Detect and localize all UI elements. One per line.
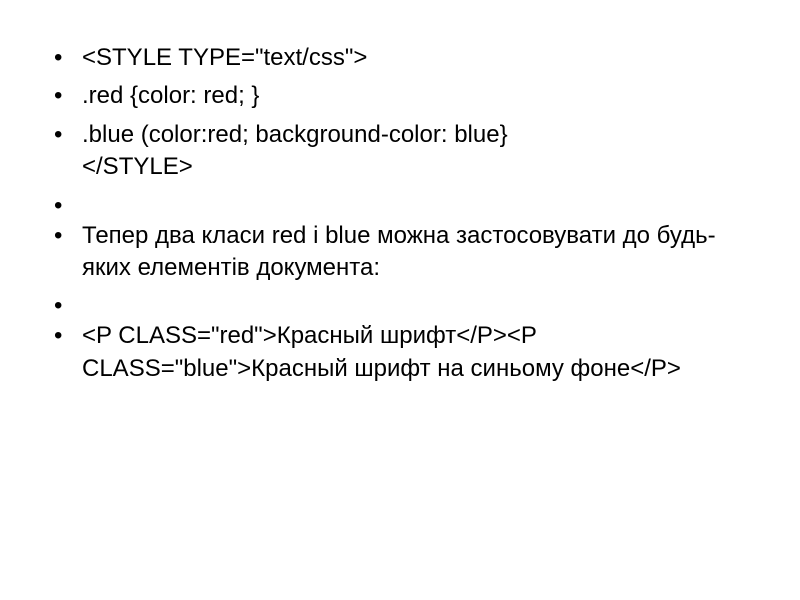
list-item: .blue (color:red; background-color: blue… [40, 119, 760, 184]
bullet-text-cont: </STYLE> [82, 151, 760, 183]
bullet-text: .blue (color:red; background-color: blue… [82, 121, 508, 148]
list-item: <P CLASS="red">Красный шрифт</P><P CLASS… [40, 320, 760, 385]
list-item [40, 190, 760, 214]
bullet-text: <STYLE TYPE="text/css"> [82, 44, 367, 71]
bullet-text: Тепер два класи red і blue можна застосо… [82, 222, 716, 281]
slide: <STYLE TYPE="text/css"> .red {color: red… [0, 0, 800, 600]
list-item: .red {color: red; } [40, 80, 760, 112]
list-item: Тепер два класи red і blue можна застосо… [40, 220, 760, 285]
bullet-list: <STYLE TYPE="text/css"> .red {color: red… [40, 42, 760, 385]
list-item [40, 290, 760, 314]
bullet-text: .red {color: red; } [82, 82, 259, 109]
list-item: <STYLE TYPE="text/css"> [40, 42, 760, 74]
bullet-text: <P CLASS="red">Красный шрифт</P><P CLASS… [82, 322, 681, 381]
